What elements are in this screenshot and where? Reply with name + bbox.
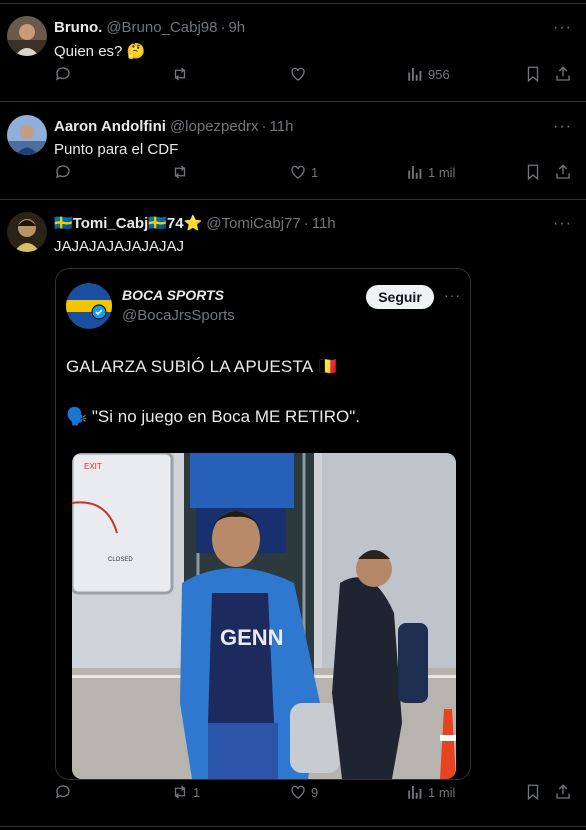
views-icon (408, 786, 422, 799)
share-icon (556, 164, 570, 179)
quoted-post[interactable]: BOCA SPORTS @BocaJrsSports Seguir ··· GA… (55, 268, 471, 780)
user-handle[interactable]: @Bruno_Cabj98 (106, 18, 217, 38)
bookmark-icon (527, 784, 539, 801)
like-count: 1 (311, 164, 319, 180)
repost-icon (174, 67, 186, 81)
post-text: JAJAJAJAJAJAJAJ (54, 238, 185, 255)
reply-button[interactable] (54, 163, 76, 181)
closed-label-text: CLOSED (108, 557, 133, 563)
like-button[interactable] (289, 65, 311, 83)
view-count: 1 mil (428, 784, 456, 800)
user-handle[interactable]: @TomiCabj77 (206, 214, 300, 234)
reply-icon (55, 165, 70, 179)
avatar[interactable] (7, 115, 47, 155)
bookmark-icon (527, 66, 539, 83)
avatar[interactable] (7, 16, 47, 56)
repost-icon (174, 165, 186, 179)
view-count: 956 (428, 66, 450, 82)
user-handle[interactable]: @lopezpedrx (170, 117, 259, 137)
exit-sign-text: EXIT (84, 462, 102, 471)
bookmark-button[interactable] (524, 163, 542, 181)
heart-icon (291, 67, 305, 81)
quoted-display-name[interactable]: BOCA SPORTS (122, 287, 224, 303)
views-button[interactable]: 956 (406, 65, 450, 83)
separator-dot: · (261, 118, 267, 135)
heart-icon (291, 785, 305, 799)
post-bruno[interactable]: Bruno. @Bruno_Cabj98 · 9h ··· Quien es? … (0, 4, 586, 102)
post-aaron[interactable]: Aaron Andolfini @lopezpedrx · 11h ··· Pu… (0, 102, 586, 200)
like-button[interactable]: 1 (289, 163, 318, 181)
views-button[interactable]: 1 mil (406, 783, 455, 801)
timestamp[interactable]: 11h (312, 214, 336, 234)
boca-logo-avatar[interactable] (66, 283, 112, 329)
more-options-icon[interactable]: ··· (553, 215, 572, 233)
bookmark-button[interactable] (524, 65, 542, 83)
quoted-photo[interactable]: EXIT CLOSED GENN (72, 453, 456, 779)
timestamp[interactable]: 9h (228, 18, 245, 38)
quoted-text-line-1: GALARZA SUBIÓ LA APUESTA 🇧🇪 (66, 357, 339, 376)
post-text: Punto para el CDF (54, 141, 179, 158)
share-button[interactable] (554, 163, 572, 181)
more-options-icon[interactable]: ··· (553, 19, 572, 37)
share-button[interactable] (554, 65, 572, 83)
separator-dot: · (220, 19, 226, 36)
share-icon (556, 784, 570, 799)
bookmark-icon (527, 164, 539, 181)
more-options-icon[interactable]: ··· (553, 118, 572, 136)
reply-icon (55, 67, 70, 81)
bookmark-button[interactable] (524, 783, 542, 801)
repost-count: 1 (193, 784, 201, 800)
repost-button[interactable] (171, 65, 193, 83)
shirt-print-text: GENN (220, 625, 284, 650)
views-button[interactable]: 1 mil (406, 163, 455, 181)
views-icon (408, 166, 422, 179)
heart-icon (291, 165, 305, 179)
quoted-text-line-2: 🗣️ "Si no juego en Boca ME RETIRO". (66, 407, 361, 426)
separator-dot: · (303, 215, 309, 232)
timestamp[interactable]: 11h (270, 117, 294, 137)
share-icon (556, 66, 570, 81)
repost-icon (174, 785, 186, 799)
repost-button[interactable] (171, 163, 193, 181)
reply-button[interactable] (54, 783, 76, 801)
like-button[interactable]: 9 (289, 783, 318, 801)
share-button[interactable] (554, 783, 572, 801)
views-icon (408, 68, 422, 81)
quoted-user-handle[interactable]: @BocaJrsSports (122, 307, 235, 324)
view-count: 1 mil (428, 164, 456, 180)
reply-icon (55, 785, 70, 799)
quoted-more-options-icon[interactable]: ··· (444, 287, 461, 303)
display-name[interactable]: Bruno. (54, 18, 102, 38)
like-count: 9 (311, 784, 319, 800)
reply-button[interactable] (54, 65, 76, 83)
repost-button[interactable]: 1 (171, 783, 200, 801)
display-name[interactable]: Aaron Andolfini (54, 117, 166, 137)
display-name[interactable]: 🇸🇪Tomi_Cabj🇸🇪74⭐ (54, 214, 202, 234)
post-text: Quien es? 🤔 (54, 43, 146, 60)
follow-button[interactable]: Seguir (366, 285, 434, 309)
avatar[interactable] (7, 212, 47, 252)
